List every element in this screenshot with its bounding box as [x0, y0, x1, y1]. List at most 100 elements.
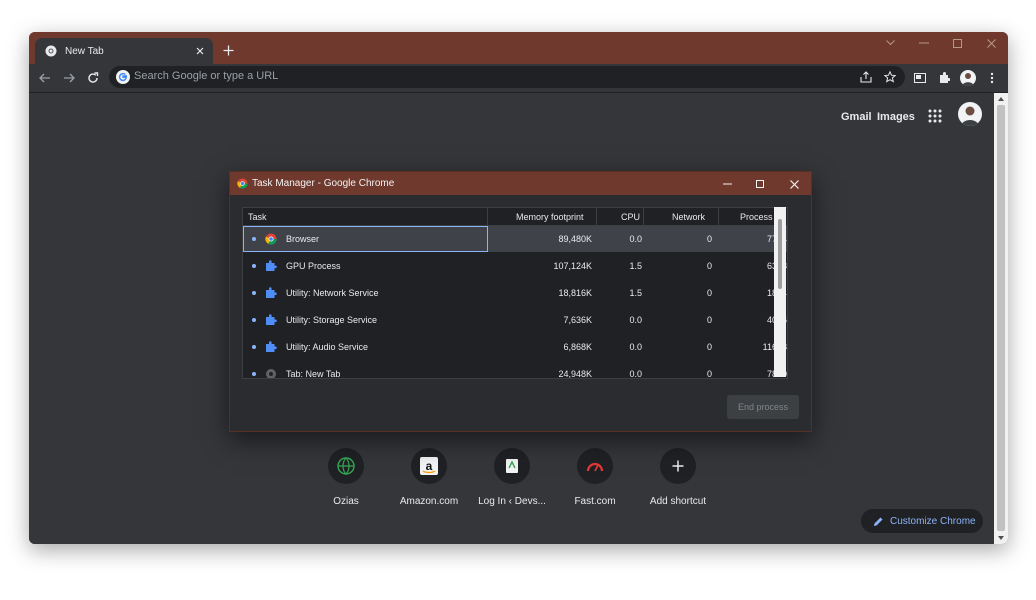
memory-value: 107,124K: [553, 261, 592, 271]
network-value: 0: [706, 234, 712, 244]
memory-value: 24,948K: [558, 369, 592, 379]
table-row-storage-service[interactable]: Utility: Storage Service 7,636K 0.0 0 40…: [243, 307, 787, 333]
scroll-thumb[interactable]: [997, 105, 1005, 531]
status-dot: [252, 264, 256, 268]
puzzle-icon: [266, 314, 277, 325]
tm-maximize-icon[interactable]: [752, 176, 768, 192]
share-icon[interactable]: [859, 70, 873, 84]
cpu-value: 0.0: [629, 342, 642, 352]
reload-button[interactable]: [85, 70, 101, 86]
cpu-value: 0.0: [629, 369, 642, 379]
puzzle-icon: [266, 341, 277, 352]
status-dot: [252, 318, 256, 322]
end-process-button[interactable]: End process: [727, 395, 799, 419]
speedometer-icon: [577, 448, 613, 484]
network-value: 0: [706, 288, 712, 298]
task-name: Utility: Storage Service: [286, 315, 378, 325]
back-button[interactable]: [37, 70, 53, 86]
network-value: 0: [706, 342, 712, 352]
bookmark-star-icon[interactable]: [883, 70, 897, 84]
table-row-audio-service[interactable]: Utility: Audio Service 6,868K 0.0 0 1166…: [243, 334, 787, 360]
puzzle-icon: [266, 287, 277, 298]
chrome-icon: [237, 178, 248, 189]
status-dot: [252, 372, 256, 376]
tm-close-icon[interactable]: [786, 176, 802, 192]
tab-view-icon[interactable]: [912, 70, 928, 86]
extensions-icon[interactable]: [936, 70, 952, 86]
status-dot: [252, 291, 256, 295]
table-row-network-service[interactable]: Utility: Network Service 18,816K 1.5 0 1…: [243, 280, 787, 306]
memory-value: 18,816K: [558, 288, 592, 298]
column-divider: [596, 208, 597, 225]
network-value: 0: [706, 315, 712, 325]
apps-grid-icon[interactable]: [927, 108, 943, 124]
column-header-memory[interactable]: Memory footprint: [516, 212, 584, 222]
shortcut-fast[interactable]: Fast.com: [550, 448, 640, 507]
chrome-icon: [45, 45, 57, 57]
minimize-icon[interactable]: [909, 32, 939, 54]
task-name: Tab: New Tab: [286, 369, 341, 379]
column-header-task[interactable]: Task: [248, 212, 267, 222]
close-window-icon[interactable]: [976, 32, 1006, 54]
shortcut-devs[interactable]: Log In ‹ Devs...: [467, 448, 557, 507]
shortcut-label: Add shortcut: [649, 496, 707, 507]
close-tab-icon[interactable]: [193, 44, 207, 58]
images-link[interactable]: Images: [877, 111, 915, 123]
task-manager-dialog: Task Manager - Google Chrome Task Memory…: [229, 171, 812, 432]
tab-new-tab[interactable]: New Tab: [35, 38, 213, 64]
new-tab-button[interactable]: [220, 42, 236, 58]
column-divider: [643, 208, 644, 225]
menu-icon[interactable]: [984, 70, 1000, 86]
page-scrollbar[interactable]: [994, 93, 1008, 544]
shortcut-label: Log In ‹ Devs...: [478, 496, 546, 507]
table-scrollbar[interactable]: [774, 207, 786, 377]
task-manager-titlebar: Task Manager - Google Chrome: [230, 172, 811, 195]
scroll-up-icon[interactable]: [997, 95, 1005, 103]
memory-value: 6,868K: [563, 342, 592, 352]
forward-button[interactable]: [61, 70, 77, 86]
scroll-down-icon[interactable]: [997, 534, 1005, 542]
shortcut-amazon[interactable]: a Amazon.com: [384, 448, 474, 507]
table-row-gpu-process[interactable]: GPU Process 107,124K 1.5 0 6388: [243, 253, 787, 279]
pencil-icon: [874, 517, 883, 526]
amazon-icon: a: [411, 448, 447, 484]
table-row-browser[interactable]: Browser 89,480K 0.0 0 7784: [243, 226, 787, 252]
column-header-cpu[interactable]: CPU: [621, 212, 640, 222]
devs-icon: [494, 448, 530, 484]
shortcut-ozias[interactable]: Ozias: [301, 448, 391, 507]
status-dot: [252, 345, 256, 349]
tm-minimize-icon[interactable]: [719, 176, 735, 192]
table-row-new-tab[interactable]: Tab: New Tab 24,948K 0.0 0 7820: [243, 361, 787, 379]
profile-avatar-small[interactable]: [960, 70, 976, 86]
add-shortcut-button[interactable]: Add shortcut: [633, 448, 723, 507]
chrome-icon: [265, 233, 277, 245]
cpu-value: 1.5: [629, 261, 642, 271]
shortcut-label: Fast.com: [574, 496, 616, 507]
table-scroll-thumb[interactable]: [778, 219, 782, 289]
globe-icon: [328, 448, 364, 484]
shortcut-label: Amazon.com: [399, 496, 459, 507]
profile-avatar[interactable]: [958, 102, 982, 126]
cpu-value: 0.0: [629, 315, 642, 325]
row-focus-ring: [243, 226, 488, 252]
svg-text:a: a: [426, 459, 433, 473]
gmail-link[interactable]: Gmail: [841, 111, 872, 123]
task-manager-title: Task Manager - Google Chrome: [252, 178, 395, 189]
task-name: Browser: [286, 234, 320, 244]
network-value: 0: [706, 261, 712, 271]
maximize-icon[interactable]: [942, 32, 972, 54]
memory-value: 7,636K: [563, 315, 592, 325]
tab-search-icon[interactable]: [875, 32, 905, 54]
table-header: Task Memory footprint CPU Network Proces…: [243, 208, 787, 226]
toolbar: Search Google or type a URL: [29, 64, 1008, 93]
column-divider: [487, 208, 488, 225]
column-header-network[interactable]: Network: [672, 212, 705, 222]
omnibox[interactable]: Search Google or type a URL: [109, 66, 905, 88]
customize-chrome-button[interactable]: Customize Chrome: [861, 509, 983, 533]
task-name: Utility: Audio Service: [286, 342, 369, 352]
shortcut-label: Ozias: [333, 496, 359, 507]
status-dot: [252, 237, 256, 241]
task-name: Utility: Network Service: [286, 288, 379, 298]
google-icon: [116, 70, 130, 84]
cpu-value: 0.0: [629, 234, 642, 244]
